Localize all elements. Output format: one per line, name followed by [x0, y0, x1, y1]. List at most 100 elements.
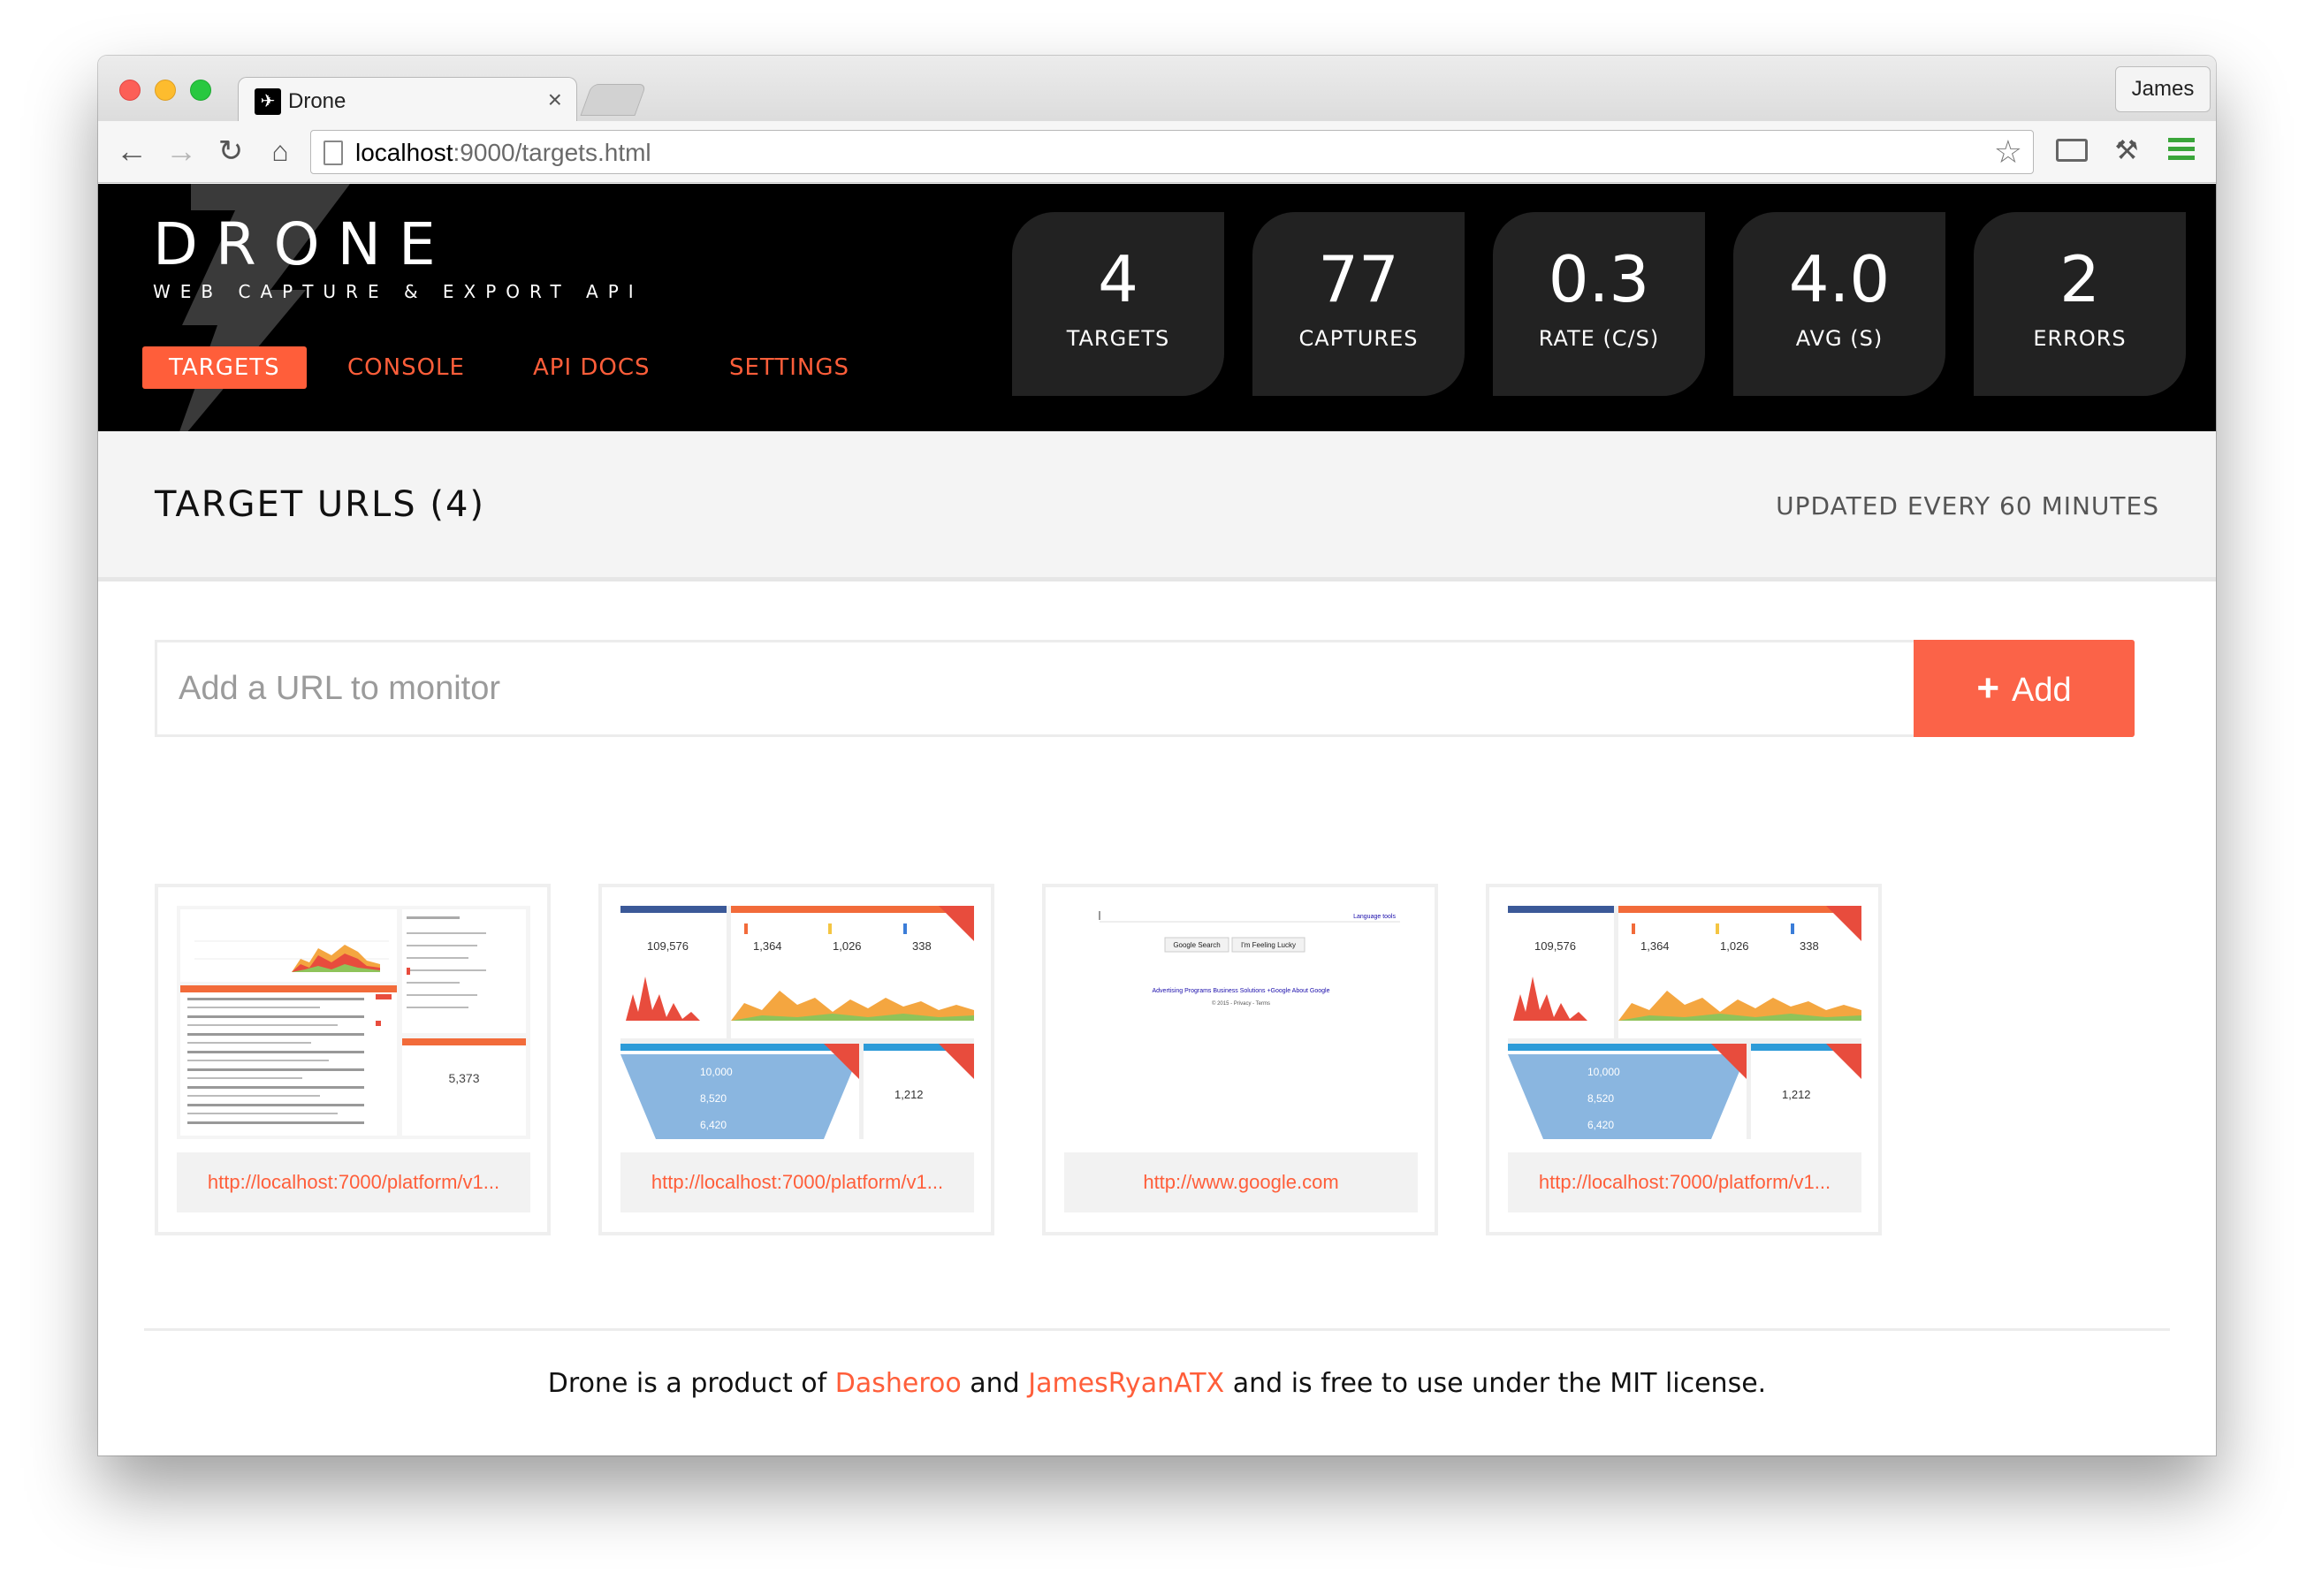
thumbnail-google-search: Google Search	[1173, 941, 1220, 949]
zoom-window-button[interactable]	[190, 80, 211, 101]
extension-icon[interactable]: ⚒	[2106, 133, 2147, 169]
footer-text: Drone is a product of Dasheroo and James…	[98, 1368, 2216, 1399]
thumbnail-language-tools: Language tools	[1353, 914, 1396, 920]
page-title: TARGET URLS (4)	[155, 484, 486, 525]
thumbnail-google-links: Advertising Programs Business Solutions …	[1153, 988, 1330, 994]
stat-errors: 2 ERRORS	[1974, 212, 2186, 396]
footer-divider	[144, 1328, 2170, 1331]
url-input[interactable]	[155, 640, 1914, 737]
stat-value: 4.0	[1788, 242, 1891, 316]
thumbnail-google-copyright: © 2015 - Privacy - Terms	[1212, 1000, 1270, 1007]
drone-favicon-icon: ✈	[255, 88, 281, 115]
update-frequency-note: UPDATED EVERY 60 MINUTES	[1776, 491, 2159, 521]
thumbnail-widget-value: 109,576	[1534, 939, 1576, 953]
target-card[interactable]: Language tools Google Search I'm Feeling…	[1042, 884, 1438, 1235]
thumbnail-feeling-lucky: I'm Feeling Lucky	[1241, 941, 1296, 949]
stat-captures: 77 CAPTURES	[1252, 212, 1465, 396]
section-header: TARGET URLS (4) UPDATED EVERY 60 MINUTES	[98, 431, 2216, 581]
footer-suffix: and is free to use under the MIT license…	[1224, 1368, 1767, 1399]
target-url-link[interactable]: http://localhost:7000/platform/v1...	[177, 1152, 530, 1212]
address-url[interactable]: localhost:9000/targets.html	[355, 139, 651, 167]
target-card[interactable]: 5,373 http://localhost:7000/platform/v1.…	[155, 884, 551, 1235]
minimize-window-button[interactable]	[155, 80, 176, 101]
capture-thumbnail[interactable]: Language tools Google Search I'm Feeling…	[1064, 906, 1418, 1139]
thumbnail-widget-value: 1,364	[753, 939, 782, 953]
tab-title: Drone	[288, 89, 346, 113]
cast-icon[interactable]	[2051, 133, 2092, 169]
tab-close-icon[interactable]: ×	[548, 87, 562, 113]
page-icon	[324, 141, 343, 165]
target-card[interactable]: 109,576 1,364 1,026 338 10,000 8,520 6,4…	[598, 884, 994, 1235]
url-host: localhost	[355, 139, 453, 166]
stat-value: 0.3	[1548, 242, 1650, 316]
footer-middle: and	[961, 1368, 1029, 1399]
stat-value: 4	[1098, 242, 1138, 316]
page-content: DRONE WEB CAPTURE & EXPORT API TARGETS C…	[98, 184, 2216, 1455]
thumbnail-widget-value: 1,212	[894, 1088, 924, 1101]
forward-arrow-icon[interactable]: →	[162, 132, 201, 171]
thumbnail-widget-value: 338	[1800, 939, 1819, 953]
bookmark-star-icon[interactable]: ☆	[1994, 134, 2022, 170]
dasheroo-link[interactable]: Dasheroo	[835, 1368, 962, 1399]
browser-menu-icon[interactable]	[2161, 133, 2202, 169]
thumbnail-widget-value: 10,000	[700, 1066, 733, 1078]
thumbnail-widget-value: 109,576	[647, 939, 689, 953]
target-url-link[interactable]: http://localhost:7000/platform/v1...	[1508, 1152, 1861, 1212]
thumbnail-widget-value: 6,420	[1587, 1119, 1614, 1131]
thumbnail-google: Language tools Google Search I'm Feeling…	[1064, 906, 1418, 1139]
thumbnail-widget-value: 6,420	[700, 1119, 727, 1131]
capture-thumbnail[interactable]: 109,576 1,364 1,026 338 10,000 8,520 6,4…	[620, 906, 974, 1139]
url-path: :9000/targets.html	[453, 139, 651, 166]
stat-label: TARGETS	[1066, 326, 1170, 351]
jamesryanatx-link[interactable]: JamesRyanATX	[1028, 1368, 1224, 1399]
add-button[interactable]: + Add	[1914, 640, 2135, 737]
browser-tab[interactable]: ✈ Drone ×	[238, 77, 577, 123]
thumbnail-dashboard-list: 5,373	[177, 906, 530, 1139]
add-button-label: Add	[2012, 672, 2072, 709]
nav-targets[interactable]: TARGETS	[142, 346, 307, 389]
thumbnail-widget-value: 8,520	[1587, 1092, 1614, 1105]
capture-thumbnail[interactable]: 5,373	[177, 906, 530, 1139]
target-url-link[interactable]: http://localhost:7000/platform/v1...	[620, 1152, 974, 1212]
add-url-form: + Add	[155, 640, 2135, 737]
stat-targets: 4 TARGETS	[1012, 212, 1224, 396]
nav-console[interactable]: CONSOLE	[347, 346, 465, 389]
thumbnail-dashboard-widgets: 109,576 1,364 1,026 338 10,000 8,520 6,4…	[620, 906, 974, 1139]
stat-label: CAPTURES	[1298, 326, 1419, 351]
reload-icon[interactable]: ↻	[211, 132, 250, 171]
stat-avg: 4.0 AVG (S)	[1733, 212, 1945, 396]
target-card[interactable]: 109,576 1,364 1,026 338 10,000 8,520 6,4…	[1486, 884, 1882, 1235]
target-url-link[interactable]: http://www.google.com	[1064, 1152, 1418, 1212]
thumbnail-widget-value: 10,000	[1587, 1066, 1620, 1078]
brand-subtitle: WEB CAPTURE & EXPORT API	[153, 281, 643, 302]
plus-icon: +	[1976, 666, 2000, 710]
brand-title: DRONE	[153, 210, 453, 278]
stat-value: 2	[2059, 242, 2100, 316]
nav-api-docs[interactable]: API DOCS	[533, 346, 651, 389]
title-bar: ✈ Drone × James	[98, 56, 2216, 123]
thumbnail-widget-value: 8,520	[700, 1092, 727, 1105]
capture-thumbnail[interactable]: 109,576 1,364 1,026 338 10,000 8,520 6,4…	[1508, 906, 1861, 1139]
thumbnail-widget-value: 1,212	[1782, 1088, 1811, 1101]
stat-value: 77	[1318, 242, 1399, 316]
browser-window: ✈ Drone × James ← → ↻ ⌂ localhost:9000/t…	[98, 56, 2216, 1455]
address-bar[interactable]: localhost:9000/targets.html ☆	[310, 130, 2034, 174]
back-arrow-icon[interactable]: ←	[112, 132, 151, 171]
stat-label: ERRORS	[2033, 326, 2127, 351]
profile-button[interactable]: James	[2115, 66, 2211, 112]
stat-rate: 0.3 RATE (C/S)	[1493, 212, 1705, 396]
site-header: DRONE WEB CAPTURE & EXPORT API TARGETS C…	[98, 184, 2216, 431]
new-tab-button[interactable]	[580, 84, 647, 116]
thumbnail-dashboard-widgets: 109,576 1,364 1,026 338 10,000 8,520 6,4…	[1508, 906, 1861, 1139]
thumbnail-widget-value: 1,364	[1640, 939, 1670, 953]
thumbnail-list-value: 5,373	[448, 1071, 479, 1085]
close-window-button[interactable]	[119, 80, 141, 101]
thumbnail-widget-value: 338	[912, 939, 932, 953]
home-icon[interactable]: ⌂	[261, 132, 300, 171]
stat-label: AVG (S)	[1795, 326, 1884, 351]
footer-prefix: Drone is a product of	[547, 1368, 835, 1399]
browser-toolbar: ← → ↻ ⌂ localhost:9000/targets.html ☆ ⚒	[98, 121, 2216, 183]
thumbnail-widget-value: 1,026	[1720, 939, 1749, 953]
nav-settings[interactable]: SETTINGS	[729, 346, 849, 389]
thumbnail-widget-value: 1,026	[833, 939, 862, 953]
